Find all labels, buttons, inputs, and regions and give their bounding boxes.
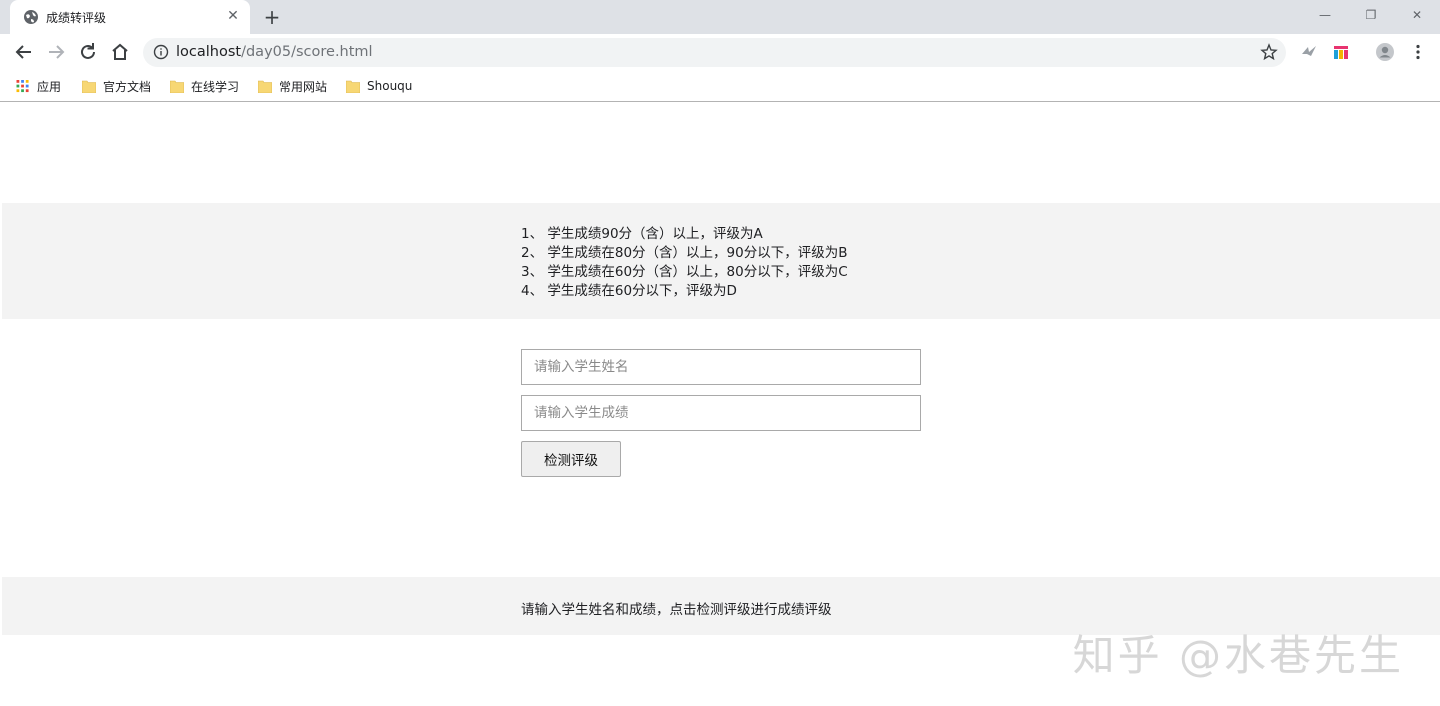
bookmark-apps[interactable]: 应用: [16, 76, 61, 96]
rule-item: 1、 学生成绩90分（含）以上，评级为A: [521, 226, 763, 242]
bookmarks-bar: 应用 官方文档 在线学习 常用网站 Shouqu: [0, 70, 1440, 102]
bookmark-label: 应用: [37, 79, 62, 94]
back-arrow-icon[interactable]: [10, 38, 38, 66]
bookmark-star-icon[interactable]: [1260, 43, 1278, 61]
apps-grid-icon: [16, 79, 29, 92]
check-grade-button[interactable]: 检测评级: [521, 441, 621, 477]
url-path: /day05/score.html: [241, 44, 373, 60]
bookmark-label: 在线学习: [191, 79, 240, 94]
address-bar[interactable]: localhost/day05/score.html: [143, 38, 1286, 67]
folder-icon: [82, 80, 96, 93]
result-text: 请输入学生姓名和成绩，点击检测评级进行成绩评级: [521, 602, 832, 618]
grading-rules-panel: 1、 学生成绩90分（含）以上，评级为A 2、 学生成绩在80分（含）以上，90…: [2, 203, 1440, 319]
student-score-input[interactable]: [521, 395, 921, 431]
extension-color-icon[interactable]: [1331, 42, 1351, 62]
minimize-button[interactable]: —: [1302, 4, 1348, 26]
url-text: localhost/day05/score.html: [176, 44, 373, 60]
url-host: localhost: [176, 44, 242, 60]
folder-icon: [258, 80, 272, 93]
profile-avatar-icon[interactable]: [1375, 42, 1395, 62]
page-content: 1、 学生成绩90分（含）以上，评级为A 2、 学生成绩在80分（含）以上，90…: [2, 103, 1440, 706]
browser-toolbar: localhost/day05/score.html: [0, 34, 1440, 70]
bookmark-label: Shouqu: [367, 79, 413, 93]
tab-title: 成绩转评级: [46, 11, 107, 25]
home-icon[interactable]: [106, 38, 134, 66]
bookmark-folder-docs[interactable]: 官方文档: [82, 76, 151, 96]
info-icon[interactable]: [153, 44, 169, 60]
new-tab-button[interactable]: +: [261, 6, 283, 28]
window-close-button[interactable]: ✕: [1394, 4, 1440, 26]
student-name-input[interactable]: [521, 349, 921, 385]
watermark: 知乎 @水巷先生: [1072, 631, 1404, 680]
grading-form: 检测评级: [521, 349, 921, 477]
grading-rules-list: 1、 学生成绩90分（含）以上，评级为A 2、 学生成绩在80分（含）以上，90…: [521, 225, 848, 301]
browser-tab[interactable]: 成绩转评级 ✕: [10, 0, 250, 34]
rule-item: 4、 学生成绩在60分以下，评级为D: [521, 283, 737, 299]
bookmark-folder-sites[interactable]: 常用网站: [258, 76, 327, 96]
menu-dots-icon[interactable]: [1408, 42, 1428, 62]
rule-item: 3、 学生成绩在60分（含）以上，80分以下，评级为C: [521, 264, 848, 280]
globe-icon: [24, 10, 38, 24]
bookmark-folder-learning[interactable]: 在线学习: [170, 76, 239, 96]
folder-icon: [170, 80, 184, 93]
reload-icon[interactable]: [74, 38, 102, 66]
folder-icon: [346, 80, 360, 93]
bookmark-label: 常用网站: [279, 79, 328, 94]
bookmark-folder-shouqu[interactable]: Shouqu: [346, 76, 412, 96]
forward-arrow-icon[interactable]: [42, 38, 70, 66]
extension-bird-icon[interactable]: [1299, 42, 1319, 62]
bookmark-label: 官方文档: [103, 79, 152, 94]
rule-item: 2、 学生成绩在80分（含）以上，90分以下，评级为B: [521, 245, 848, 261]
tab-close-icon[interactable]: ✕: [224, 7, 242, 25]
restore-button[interactable]: ❐: [1348, 4, 1394, 26]
tab-strip: 成绩转评级 ✕ + — ❐ ✕: [0, 0, 1440, 34]
